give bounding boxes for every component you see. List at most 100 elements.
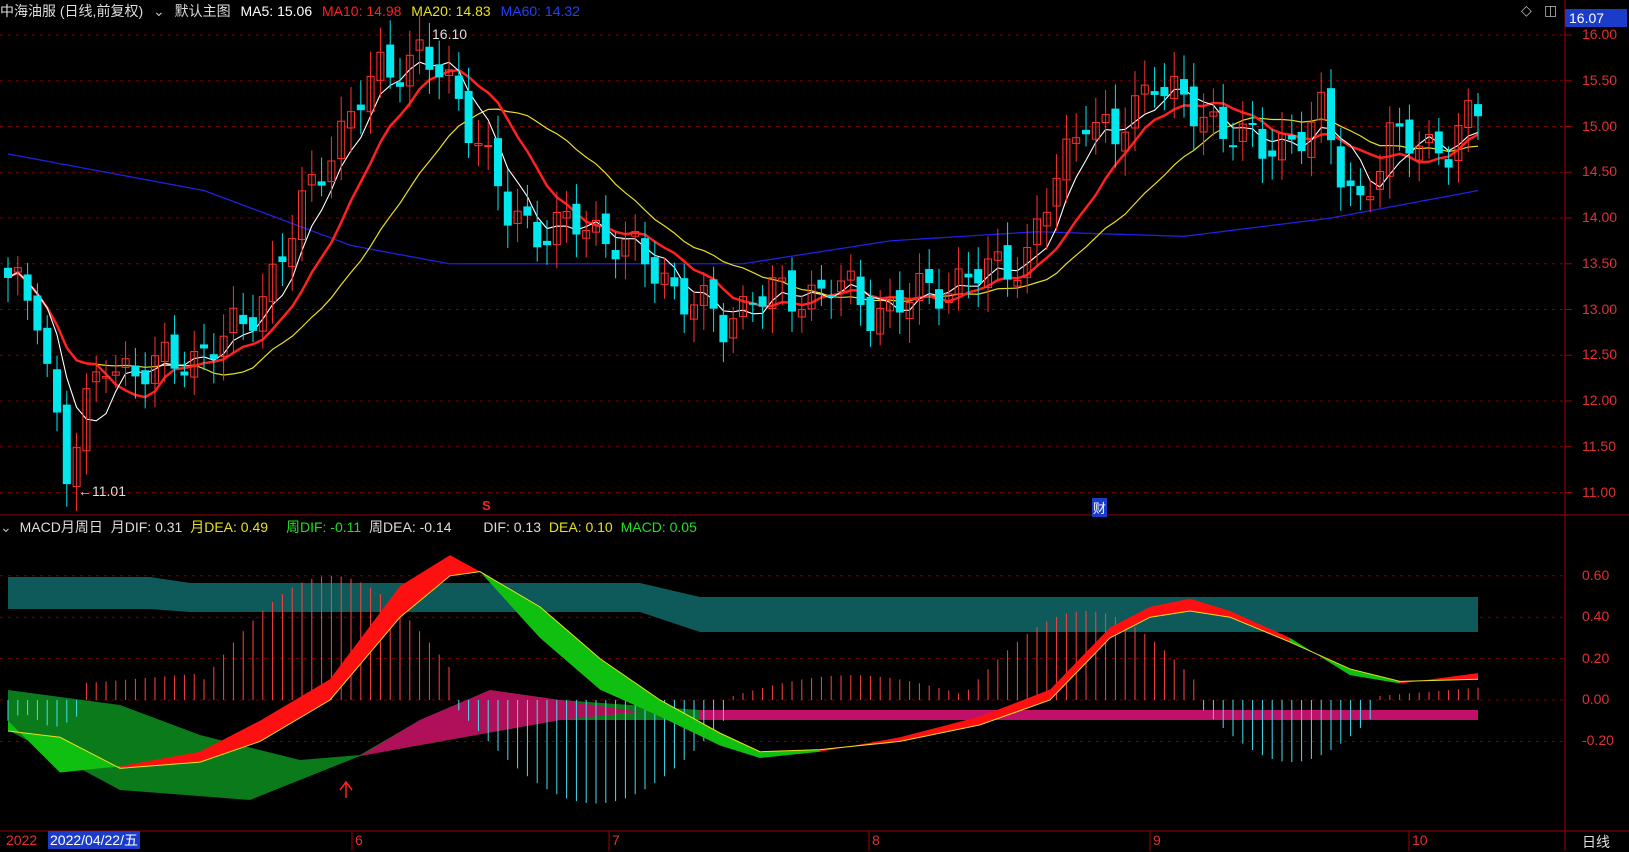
macd-ribbon-segment <box>660 700 720 746</box>
candle-down <box>1268 150 1277 157</box>
candle-down <box>748 302 757 305</box>
candle-down <box>1297 131 1306 152</box>
ma10-value: MA10: 14.98 <box>322 3 402 19</box>
chart-header: 中海油服 (日线,前复权) ⌄ 默认主图 MA5: 15.06 MA10: 14… <box>0 0 1565 22</box>
candle-down <box>895 290 904 313</box>
candle-down <box>788 270 796 312</box>
stock-name[interactable]: 中海油服 (日线,前复权) <box>0 3 143 19</box>
finance-marker[interactable]: 财 <box>1092 498 1108 517</box>
candle-down <box>1180 79 1188 95</box>
month-label: 8 <box>872 832 880 848</box>
candle-down <box>650 257 659 284</box>
high-annotation: 16.10 <box>432 26 468 42</box>
ma60-value: MA60: 14.32 <box>500 3 580 19</box>
candle-down <box>454 75 463 99</box>
price-tick-label: 11.50 <box>1582 437 1616 454</box>
candle-down <box>1219 106 1228 139</box>
candle-down <box>1003 245 1012 280</box>
macd-tick-label: 0.40 <box>1582 608 1610 625</box>
candle-down <box>1082 129 1090 135</box>
macd-ribbon-segment <box>820 737 900 752</box>
candle-down <box>425 46 434 70</box>
candle-down <box>523 206 532 216</box>
candle-down <box>249 317 257 331</box>
period-label[interactable]: 日线 <box>1582 832 1610 852</box>
candle-down <box>1395 123 1404 127</box>
ma5-value: MA5: 15.06 <box>240 3 313 19</box>
candle-down <box>1444 159 1453 168</box>
candle-down <box>209 354 218 360</box>
candle-down <box>131 365 140 377</box>
price-tick-label: 13.50 <box>1582 254 1618 271</box>
dropdown-icon[interactable]: ⌄ <box>0 519 12 535</box>
ma5-line <box>7 61 1479 422</box>
price-tick-label: 11.00 <box>1582 483 1616 500</box>
candle-down <box>1287 135 1296 140</box>
candle-down <box>23 274 32 301</box>
macd-ribbon-segment <box>1050 627 1110 700</box>
candle-down <box>396 82 404 87</box>
macd-title[interactable]: MACD月周日 <box>20 519 103 535</box>
week-macd-strip <box>700 710 1478 719</box>
price-tick-label: 14.50 <box>1582 163 1618 180</box>
candle-down <box>1160 87 1169 97</box>
candle-down <box>356 104 365 111</box>
week-dea: 周DEA: -0.14 <box>369 519 452 535</box>
macd-ribbon-segment <box>900 716 980 742</box>
candle-down <box>964 273 973 278</box>
candle-down <box>141 370 150 385</box>
macd-ribbon-segment <box>1400 673 1478 684</box>
buy-arrow-icon <box>339 780 353 798</box>
candle-down <box>817 279 826 289</box>
candle-down <box>494 138 502 187</box>
candle-down <box>827 294 836 298</box>
candle-down <box>1346 180 1355 187</box>
candle-down <box>278 256 287 263</box>
candle-down <box>925 269 934 283</box>
macd-tick-label: 0.60 <box>1582 566 1610 583</box>
ma20-line <box>7 108 1479 376</box>
price-tick-label: 13.00 <box>1582 300 1618 317</box>
candle-down <box>572 203 581 235</box>
signal-s-marker[interactable]: S <box>482 498 491 513</box>
diamond-icon[interactable]: ◇ <box>1521 2 1532 19</box>
candle-down <box>200 344 208 349</box>
macd-header: ⌄ MACD月周日 月DIF: 0.31 月DEA: 0.49 周DIF: -0… <box>0 517 701 537</box>
selected-date: 2022/04/22/五 <box>48 831 140 849</box>
price-tick-label: 16.00 <box>1582 26 1618 42</box>
candle-down <box>1189 86 1198 127</box>
candle-down <box>611 249 620 260</box>
dif-value: DIF: 0.13 <box>483 519 542 535</box>
candle-down <box>866 296 875 331</box>
panel-toggle-icon[interactable]: ◫ <box>1544 2 1557 19</box>
price-tick-label: 12.00 <box>1582 392 1618 408</box>
macd-ribbon-segment <box>260 679 330 742</box>
candle-down <box>533 221 542 248</box>
ma60-line <box>7 153 1479 265</box>
candle-down <box>53 369 61 413</box>
candle-down <box>317 181 326 186</box>
month-label: 7 <box>612 832 620 848</box>
candle-up <box>484 145 493 148</box>
dropdown-icon[interactable]: ⌄ <box>153 3 165 19</box>
month-dea: 月DEA: 0.49 <box>190 519 269 535</box>
candle-down <box>1229 145 1237 148</box>
candle-down <box>43 327 52 364</box>
candle-down <box>1434 131 1443 154</box>
candle-down <box>1336 146 1345 188</box>
candle-down <box>386 44 395 78</box>
week-dif: 周DIF: -0.11 <box>285 519 362 535</box>
price-tick-label: 15.00 <box>1582 117 1618 134</box>
candle-down <box>33 295 42 331</box>
candle-down <box>239 314 248 325</box>
template-label[interactable]: 默认主图 <box>175 3 231 19</box>
macd-tick-label: 0.00 <box>1582 691 1610 707</box>
candle-down <box>1150 91 1159 95</box>
stock-chart-canvas[interactable] <box>0 0 1629 851</box>
candle-down <box>935 289 943 309</box>
candle-down <box>1258 128 1267 159</box>
candle-down <box>180 371 189 376</box>
current-price-label: 16.07 <box>1565 9 1627 27</box>
month-label: 9 <box>1153 832 1161 848</box>
candle-down <box>670 277 679 287</box>
